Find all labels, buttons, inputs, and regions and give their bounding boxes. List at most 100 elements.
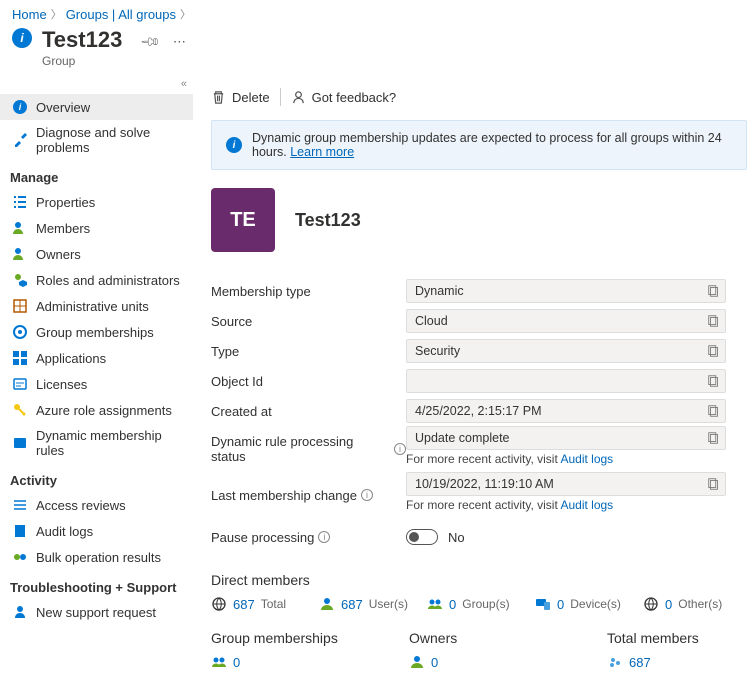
copy-icon[interactable] bbox=[707, 344, 721, 358]
feedback-label: Got feedback? bbox=[312, 90, 397, 105]
object-id-label: Object Id bbox=[211, 374, 406, 389]
feedback-button[interactable]: Got feedback? bbox=[291, 90, 397, 105]
dynamic-rules-icon bbox=[12, 435, 28, 451]
sidebar-item-label: Owners bbox=[36, 247, 81, 262]
last-change-value: 10/19/2022, 11:19:10 AM bbox=[406, 472, 726, 496]
total-members-header: Total members bbox=[607, 630, 747, 646]
sidebar-item-group-memberships[interactable]: Group memberships bbox=[0, 319, 193, 345]
properties-icon bbox=[12, 194, 28, 210]
info-icon[interactable]: i bbox=[394, 443, 406, 455]
applications-icon bbox=[12, 350, 28, 366]
chevron-right-icon: 〉 bbox=[180, 6, 191, 22]
copy-icon[interactable] bbox=[707, 477, 721, 491]
sidebar-item-applications[interactable]: Applications bbox=[0, 345, 193, 371]
sidebar-item-support[interactable]: New support request bbox=[0, 599, 193, 625]
info-banner: i Dynamic group membership updates are e… bbox=[211, 120, 747, 170]
sidebar-item-owners[interactable]: Owners bbox=[0, 241, 193, 267]
breadcrumb-home[interactable]: Home bbox=[12, 7, 47, 22]
sidebar-item-azure-roles[interactable]: Azure role assignments bbox=[0, 397, 193, 423]
type-label: Type bbox=[211, 344, 406, 359]
group-icon bbox=[211, 654, 227, 670]
rule-status-hint: For more recent activity, visit Audit lo… bbox=[406, 452, 747, 466]
sidebar-item-label: Audit logs bbox=[36, 524, 93, 539]
copy-icon[interactable] bbox=[707, 404, 721, 418]
info-icon: i bbox=[12, 28, 32, 48]
banner-learn-more-link[interactable]: Learn more bbox=[290, 145, 354, 159]
stat-total-members: 687 bbox=[607, 654, 747, 670]
pin-icon[interactable]: 📌︎ bbox=[139, 31, 162, 54]
sidebar-item-access-reviews[interactable]: Access reviews bbox=[0, 492, 193, 518]
globe-icon bbox=[211, 596, 227, 612]
group-avatar: TE bbox=[211, 188, 275, 252]
stat-users: 687User(s) bbox=[319, 596, 409, 612]
sidebar-item-overview[interactable]: i Overview bbox=[0, 94, 193, 120]
pause-toggle[interactable] bbox=[406, 529, 438, 545]
copy-icon[interactable] bbox=[707, 314, 721, 328]
delete-button[interactable]: Delete bbox=[211, 90, 270, 105]
sidebar-section-activity: Activity bbox=[0, 463, 193, 492]
chevron-right-icon: 〉 bbox=[51, 6, 62, 22]
sidebar-item-label: Group memberships bbox=[36, 325, 154, 340]
sidebar-item-admin-units[interactable]: Administrative units bbox=[0, 293, 193, 319]
audit-logs-link[interactable]: Audit logs bbox=[560, 452, 613, 466]
sidebar-section-troubleshoot: Troubleshooting + Support bbox=[0, 570, 193, 599]
group-memberships-header: Group memberships bbox=[211, 630, 369, 646]
members-icon bbox=[12, 220, 28, 236]
breadcrumb: Home 〉 Groups | All groups 〉 bbox=[0, 0, 755, 24]
admin-units-icon bbox=[12, 298, 28, 314]
sidebar-item-dynamic-rules[interactable]: Dynamic membership rules bbox=[0, 423, 193, 463]
last-change-hint: For more recent activity, visit Audit lo… bbox=[406, 498, 747, 512]
trash-icon bbox=[211, 90, 226, 105]
group-memberships-icon bbox=[12, 324, 28, 340]
pause-value: No bbox=[448, 530, 465, 545]
properties-table: Membership type Dynamic Source Cloud Typ… bbox=[211, 276, 747, 552]
copy-icon[interactable] bbox=[707, 284, 721, 298]
created-at-label: Created at bbox=[211, 404, 406, 419]
membership-type-label: Membership type bbox=[211, 284, 406, 299]
sidebar-item-label: Licenses bbox=[36, 377, 87, 392]
roles-icon bbox=[12, 272, 28, 288]
more-icon[interactable]: ⋯ bbox=[173, 34, 186, 50]
rule-status-value: Update complete bbox=[406, 426, 726, 450]
info-icon: i bbox=[12, 99, 28, 115]
sidebar-section-manage: Manage bbox=[0, 160, 193, 189]
audit-logs-link[interactable]: Audit logs bbox=[560, 498, 613, 512]
sidebar-item-label: Overview bbox=[36, 100, 90, 115]
copy-icon[interactable] bbox=[707, 374, 721, 388]
sidebar-item-properties[interactable]: Properties bbox=[0, 189, 193, 215]
copy-icon[interactable] bbox=[707, 431, 721, 445]
sidebar-item-label: New support request bbox=[36, 605, 156, 620]
info-icon[interactable]: i bbox=[361, 489, 373, 501]
owners-header: Owners bbox=[409, 630, 567, 646]
sidebar-item-label: Applications bbox=[36, 351, 106, 366]
pause-label: Pause processingi bbox=[211, 530, 406, 545]
sidebar-item-audit-logs[interactable]: Audit logs bbox=[0, 518, 193, 544]
sidebar-item-roles[interactable]: Roles and administrators bbox=[0, 267, 193, 293]
sidebar-item-members[interactable]: Members bbox=[0, 215, 193, 241]
delete-label: Delete bbox=[232, 90, 270, 105]
breadcrumb-groups[interactable]: Groups | All groups bbox=[66, 7, 176, 22]
stat-devices: 0Device(s) bbox=[535, 596, 625, 612]
page-header: i Test123 Group 📌︎ ⋯ bbox=[0, 24, 755, 78]
group-icon bbox=[427, 596, 443, 612]
page-subtitle: Group bbox=[42, 54, 122, 68]
object-id-value bbox=[406, 369, 726, 393]
sidebar-item-label: Diagnose and solve problems bbox=[36, 125, 183, 155]
stat-total: 687Total bbox=[211, 596, 301, 612]
sidebar-item-label: Access reviews bbox=[36, 498, 126, 513]
user-icon bbox=[319, 596, 335, 612]
sidebar-item-bulk-results[interactable]: Bulk operation results bbox=[0, 544, 193, 570]
sidebar-item-diagnose[interactable]: Diagnose and solve problems bbox=[0, 120, 193, 160]
info-icon[interactable]: i bbox=[318, 531, 330, 543]
source-label: Source bbox=[211, 314, 406, 329]
user-icon bbox=[409, 654, 425, 670]
collapse-icon[interactable]: « bbox=[0, 78, 193, 94]
type-value: Security bbox=[406, 339, 726, 363]
licenses-icon bbox=[12, 376, 28, 392]
sidebar-item-label: Members bbox=[36, 221, 90, 236]
bulk-results-icon bbox=[12, 549, 28, 565]
device-icon bbox=[535, 596, 551, 612]
stat-memberships: 0 bbox=[211, 654, 369, 670]
members-icon bbox=[607, 654, 623, 670]
sidebar-item-licenses[interactable]: Licenses bbox=[0, 371, 193, 397]
